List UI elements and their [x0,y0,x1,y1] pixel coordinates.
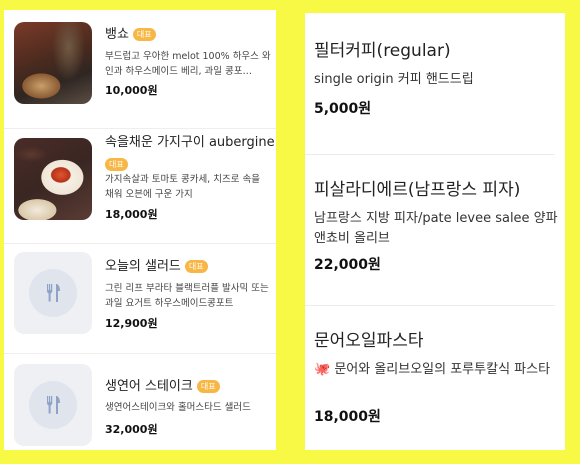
menu-item-name-row: 생연어 스테이크 대표 [105,378,271,396]
menu-item-price: 18,000원 [105,208,158,221]
divider [4,128,276,129]
menu-item-price: 10,000원 [105,84,158,97]
menu-item-name: 피살라디에르(남프랑스 피자) [314,180,521,200]
menu-item-description: single origin 커피 핸드드립 [314,72,474,87]
menu-item-filter-coffee[interactable]: 필터커피(regular) single origin 커피 핸드드립 5,00… [314,39,559,119]
divider [4,353,276,354]
signature-badge: 대표 [105,158,128,171]
menu-list-left: 뱅쇼 대표 부드럽고 우아한 melot 100% 하우스 와인과 하우스메이드 … [4,10,276,450]
menu-item-description: 그린 리프 부라타 블랙트러플 발사믹 또는 과일 요거트 하우스메이드콩포트 [105,283,269,309]
menu-item-name: 생연어 스테이크 [105,379,193,394]
menu-list-right: 필터커피(regular) single origin 커피 핸드드립 5,00… [305,13,565,450]
signature-badge: 대표 [184,260,208,273]
menu-item-octopus-oil-pasta[interactable]: 문어오일파스타 🐙 문어와 올리브오일의 포루투칼식 파스타 18,000원 [314,329,559,427]
menu-item-price: 32,000원 [105,423,158,436]
menu-item-name: 속을채운 가지구이 aubergine [105,135,275,150]
placeholder-thumbnail [14,252,92,334]
menu-item-description: 부드럽고 우아한 melot 100% 하우스 와인과 하우스메이드 베리, 과… [105,51,271,77]
mulled-wine-photo [14,22,92,104]
utensils-icon [47,284,60,302]
signature-badge: 대표 [196,380,220,393]
menu-item-description: 🐙 문어와 올리브오일의 포루투칼식 파스타 [314,362,551,377]
stuffed-eggplant-photo [14,138,92,220]
menu-item-name-row: 뱅쇼 대표 [105,26,271,44]
menu-item-pissaladiere[interactable]: 피살라디에르(남프랑스 피자) 남프랑스 지방 피자/pate levee sa… [314,178,559,275]
menu-item-price: 12,900원 [105,317,158,330]
divider [305,305,555,306]
menu-item-mulled-wine[interactable]: 뱅쇼 대표 부드럽고 우아한 melot 100% 하우스 와인과 하우스메이드 … [4,22,276,122]
menu-item-name: 오늘의 샐러드 [105,259,181,274]
menu-item-description: 생연어스테이크와 홀머스타드 샐러드 [105,402,251,413]
menu-item-description: 남프랑스 지방 피자/pate levee salee 양파 앤쵸비 올리브 [314,211,558,246]
menu-item-todays-salad[interactable]: 오늘의 샐러드 대표 그린 리프 부라타 블랙트러플 발사믹 또는 과일 요거트 … [4,252,276,350]
menu-item-price: 5,000원 [314,101,372,117]
signature-badge: 대표 [132,28,156,41]
divider [4,243,276,244]
divider [305,154,555,155]
menu-item-name: 필터커피(regular) [314,41,451,61]
menu-item-description: 가지속살과 토마토 콩카세, 치즈로 속을 채워 오븐에 구운 가지 [105,174,260,200]
menu-item-salmon-steak[interactable]: 생연어 스테이크 대표 생연어스테이크와 홀머스타드 샐러드 32,000원 [4,364,276,450]
menu-item-name: 문어오일파스타 [314,331,424,351]
menu-item-name-row: 오늘의 샐러드 대표 [105,258,271,276]
utensils-icon [47,396,60,414]
menu-item-name: 뱅쇼 [105,27,129,42]
menu-item-price: 18,000원 [314,409,381,425]
menu-item-price: 22,000원 [314,257,381,273]
placeholder-thumbnail [14,364,92,446]
menu-item-stuffed-eggplant[interactable]: 속을채운 가지구이 aubergine 대표 가지속살과 토마토 콩카세, 치즈… [4,134,276,238]
